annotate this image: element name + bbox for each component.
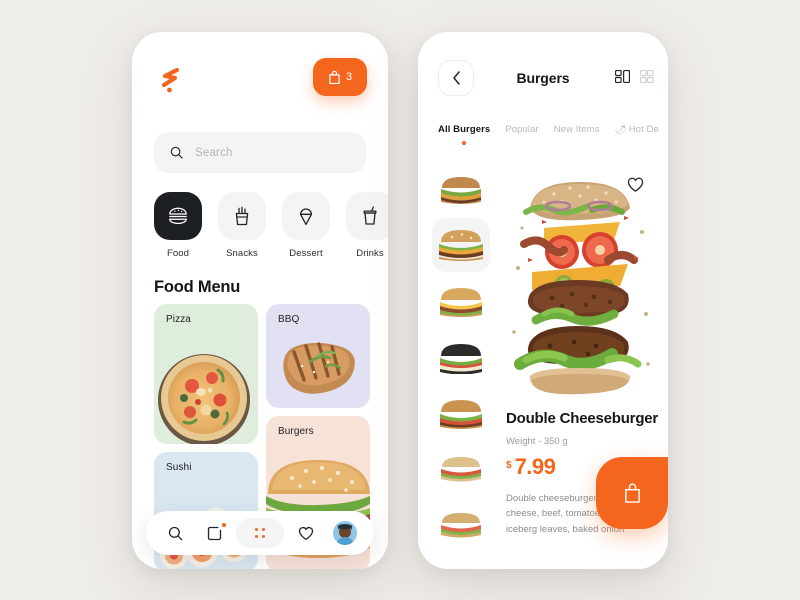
menu-card-label: Burgers <box>278 426 314 437</box>
screenshot-canvas: 3 Search Food Snacks Dessert Drinks Food… <box>0 0 800 600</box>
menu-card-label: Sushi <box>166 462 192 473</box>
orders-badge-dot <box>222 523 227 527</box>
bottom-navigation-bar[interactable] <box>146 511 374 555</box>
fries-icon <box>218 192 266 240</box>
filter-tabs[interactable]: All Burgers Popular New Items 🌶 Hot De <box>438 122 668 150</box>
view-toggle-group[interactable] <box>615 70 654 83</box>
category-label: Dessert <box>289 248 323 259</box>
category-food[interactable]: Food <box>154 192 202 272</box>
favorite-button[interactable] <box>622 172 648 198</box>
page-title: Food Menu <box>154 278 241 296</box>
lightning-s-logo <box>155 64 189 98</box>
product-name: Double Cheeseburger <box>506 410 659 427</box>
category-dessert[interactable]: Dessert <box>282 192 330 272</box>
search-icon <box>168 526 183 541</box>
tab-all-burgers[interactable]: All Burgers <box>438 122 490 135</box>
nav-orders-button[interactable] <box>197 518 231 548</box>
burger-thumb-2[interactable] <box>432 218 490 272</box>
product-weight: Weight - 350 g <box>506 435 568 447</box>
search-icon <box>170 146 183 159</box>
burger-thumb-5[interactable] <box>432 386 490 440</box>
tab-label: Hot De <box>628 124 659 135</box>
grid-view-icon[interactable] <box>640 70 654 83</box>
grid-dots-icon <box>254 528 265 538</box>
category-label: Food <box>166 248 190 259</box>
tab-new-items[interactable]: New Items <box>554 122 600 135</box>
chili-pepper-icon: 🌶 <box>614 124 627 135</box>
cart-count-badge: 3 <box>345 71 353 83</box>
menu-card-label: BBQ <box>278 314 300 325</box>
burger-thumb-3[interactable] <box>432 274 490 328</box>
phone-left-home-screen: 3 Search Food Snacks Dessert Drinks Food… <box>132 32 388 569</box>
drink-cup-icon <box>346 192 388 240</box>
menu-card-pizza[interactable]: Pizza <box>154 304 258 444</box>
product-thumbnail-list[interactable] <box>430 162 492 562</box>
burger-thumb-1[interactable] <box>432 162 490 216</box>
list-view-icon[interactable] <box>615 70 630 83</box>
shopping-bag-icon <box>623 482 642 504</box>
search-placeholder: Search <box>195 146 233 159</box>
burger-thumb-6[interactable] <box>432 442 490 496</box>
cart-button[interactable]: 3 <box>313 58 367 96</box>
category-drinks[interactable]: Drinks <box>346 192 388 272</box>
burger-thumb-7[interactable] <box>432 498 490 552</box>
category-row[interactable]: Food Snacks Dessert Drinks <box>154 192 388 272</box>
heart-icon <box>298 526 314 541</box>
orders-icon <box>207 526 222 541</box>
nav-profile-button[interactable] <box>328 518 362 548</box>
tab-label: New Items <box>553 124 600 135</box>
shopping-bag-icon <box>328 70 341 85</box>
avatar <box>332 521 357 545</box>
nav-favorites-button[interactable] <box>289 518 323 548</box>
nav-search-button[interactable] <box>158 518 192 548</box>
tab-hot-deals[interactable]: 🌶 Hot De <box>615 122 659 135</box>
burger-icon <box>154 192 202 240</box>
category-label: Snacks <box>226 248 258 259</box>
menu-card-label: Pizza <box>166 314 191 325</box>
search-input[interactable]: Search <box>154 132 366 173</box>
currency-symbol: $ <box>506 459 512 471</box>
ice-cream-icon <box>282 192 330 240</box>
burger-thumb-4[interactable] <box>432 330 490 384</box>
product-hero-image <box>496 164 664 404</box>
add-to-cart-button[interactable] <box>596 457 668 529</box>
product-header: Burgers <box>418 32 668 106</box>
nav-menu-button[interactable] <box>235 518 284 548</box>
category-label: Drinks <box>356 248 384 259</box>
category-snacks[interactable]: Snacks <box>218 192 266 272</box>
tab-label: All Burgers <box>438 124 491 135</box>
pizza-photo <box>154 304 258 444</box>
phone-right-product-screen: Burgers All Burgers Popular New Items 🌶 … <box>418 32 668 569</box>
tab-popular[interactable]: Popular <box>505 122 538 135</box>
heart-outline-icon <box>627 177 644 193</box>
tab-label: Popular <box>505 124 539 135</box>
home-header: 3 <box>132 32 388 110</box>
menu-card-bbq[interactable]: BBQ <box>266 304 370 408</box>
price-amount: 7.99 <box>514 453 556 479</box>
